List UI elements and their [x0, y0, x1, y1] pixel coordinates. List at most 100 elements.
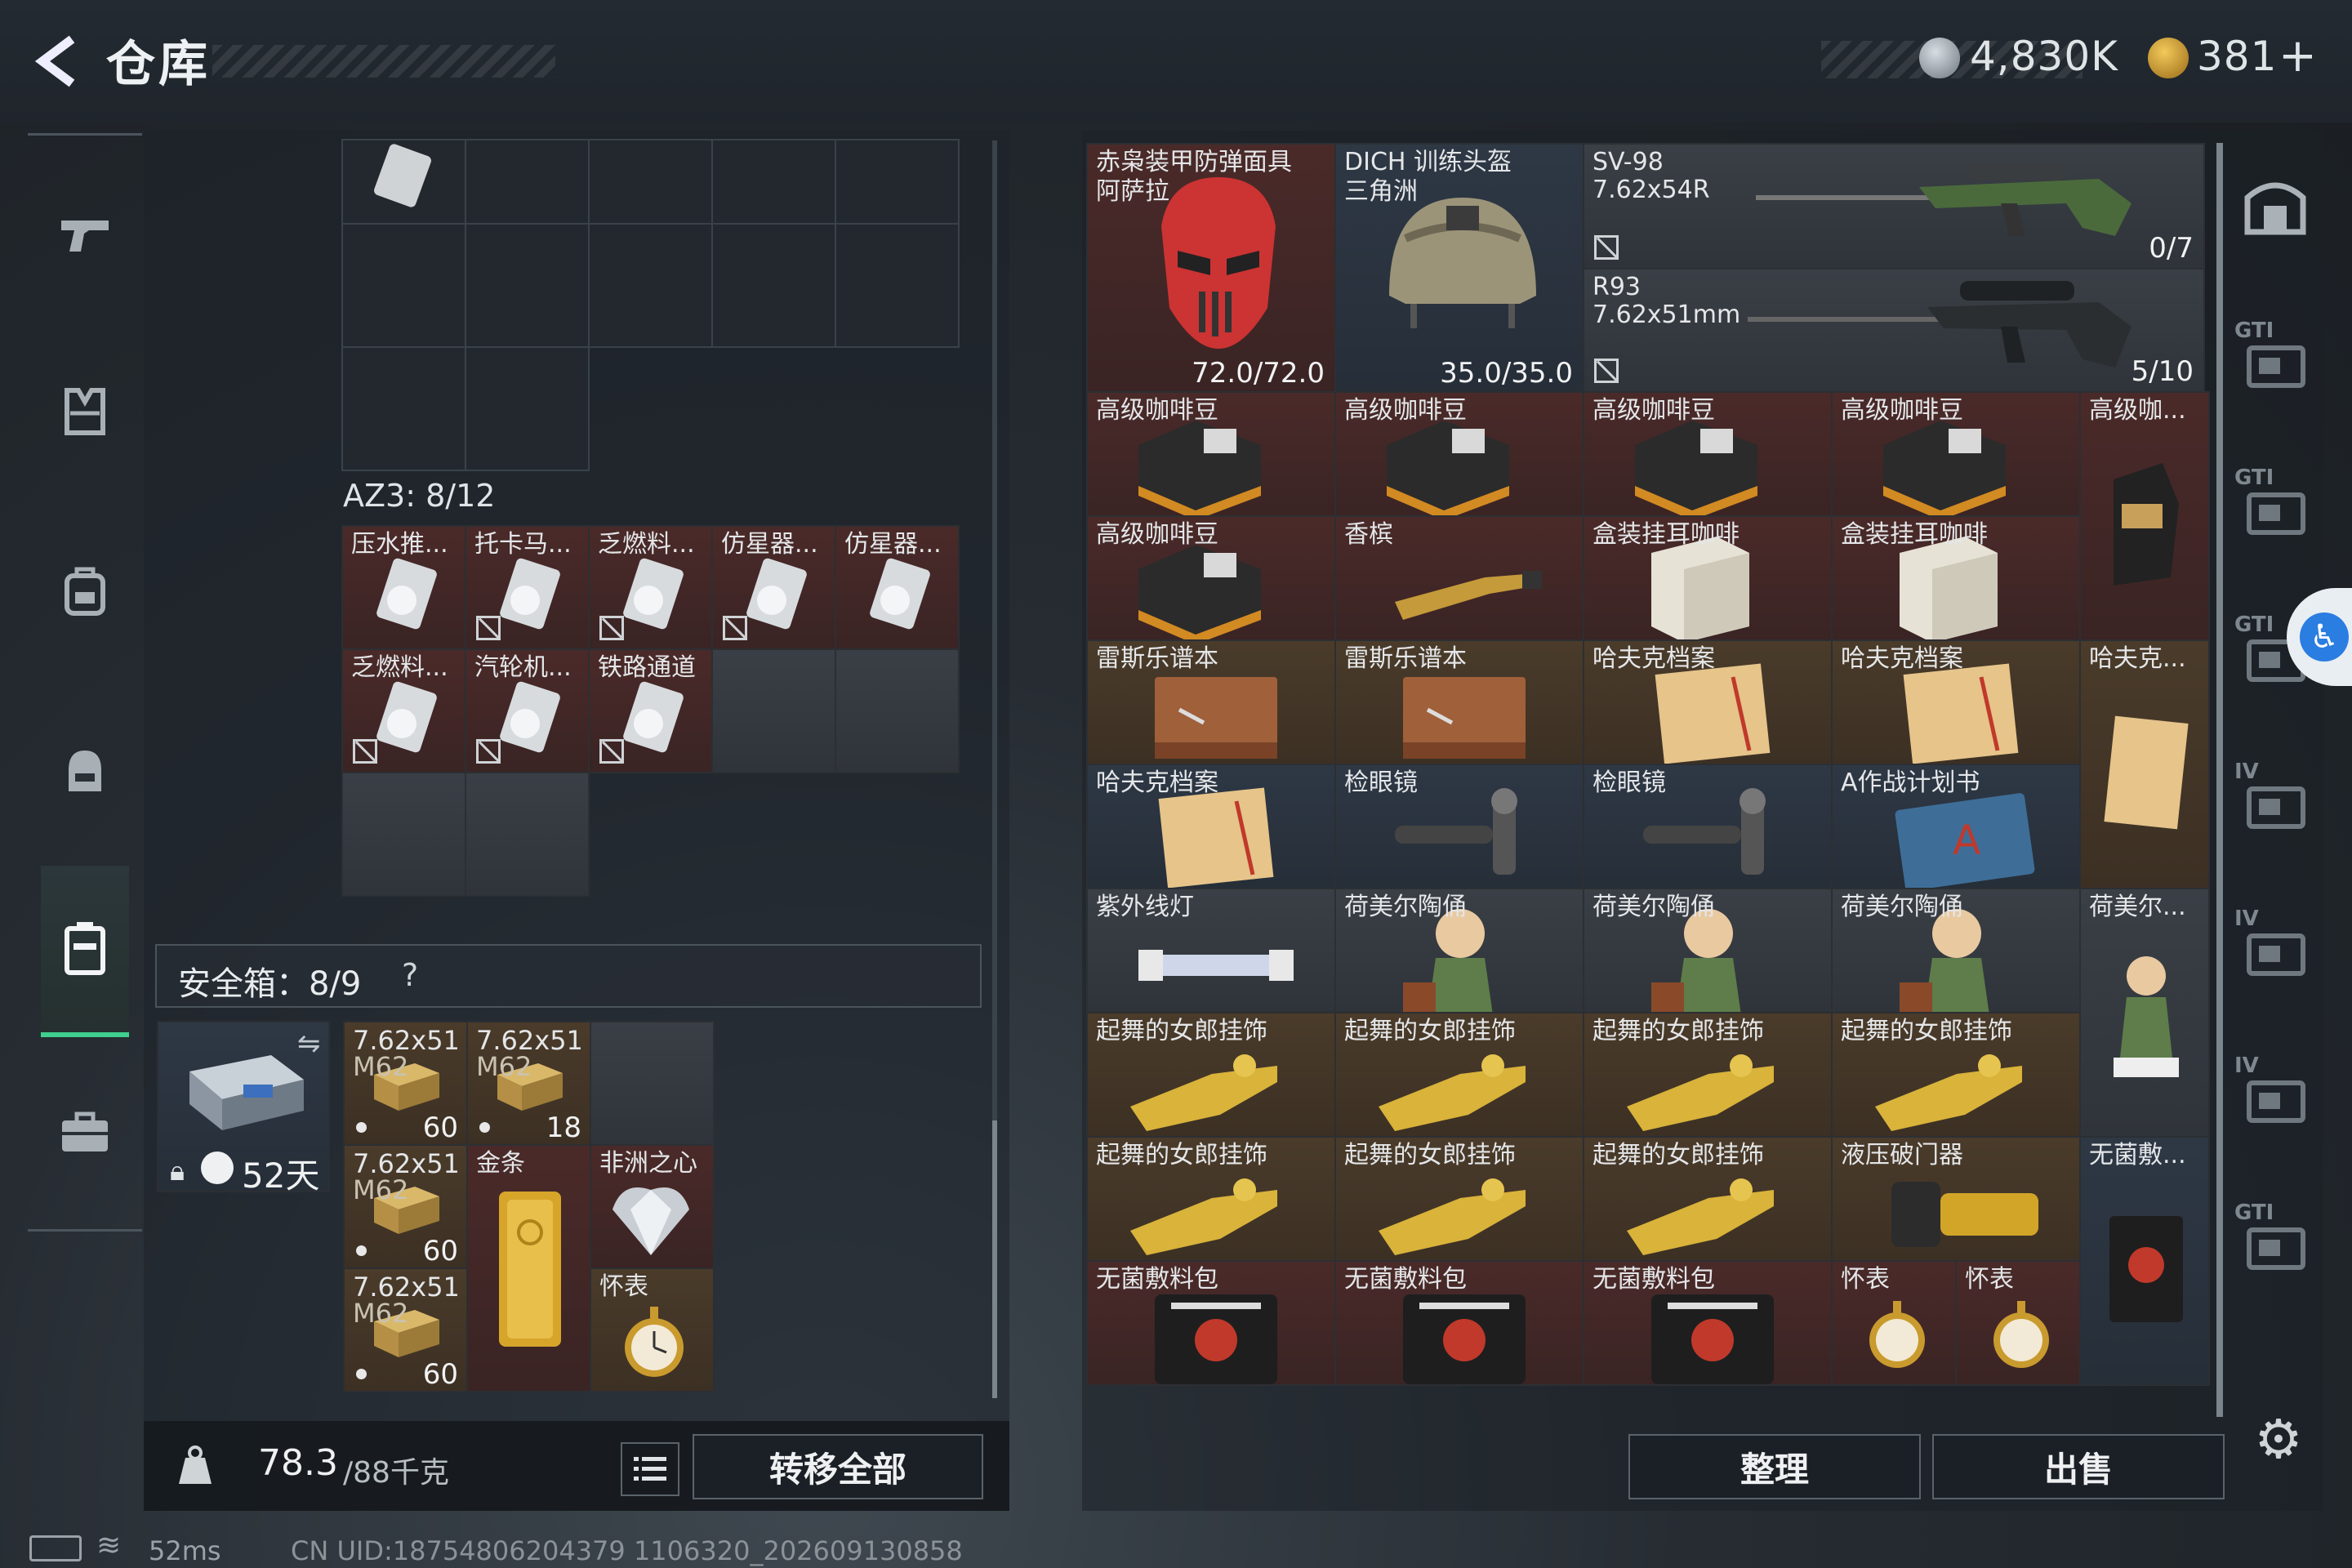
- sell-button[interactable]: 出售: [1932, 1434, 2225, 1499]
- container-item[interactable]: 仿星器...: [711, 525, 836, 650]
- stash-item[interactable]: 起舞的女郎挂饰: [1334, 1012, 1584, 1138]
- grid-cell[interactable]: [465, 223, 590, 348]
- nav-armor[interactable]: [41, 368, 129, 456]
- stash-item[interactable]: 起舞的女郎挂饰: [1831, 1012, 2081, 1138]
- stash-item-tall[interactable]: 无菌敷...: [2079, 1136, 2210, 1386]
- stash-item[interactable]: 起舞的女郎挂饰: [1334, 1136, 1584, 1262]
- stash-item[interactable]: 哈夫克档案: [1831, 639, 2081, 765]
- stash-item[interactable]: 起舞的女郎挂饰: [1086, 1136, 1336, 1262]
- nav-chest-rig[interactable]: [41, 727, 129, 815]
- grid-cell[interactable]: [341, 772, 466, 897]
- tab-stash-page[interactable]: IV: [2234, 906, 2316, 988]
- helmet-item[interactable]: DICH 训练头盔 三角洲 35.0/35.0: [1334, 143, 1584, 393]
- stash-item[interactable]: 起舞的女郎挂饰: [1583, 1012, 1833, 1138]
- grid-cell[interactable]: [835, 223, 960, 348]
- heart-of-africa-item[interactable]: 非洲之心: [590, 1144, 715, 1269]
- grid-cell[interactable]: [835, 139, 960, 225]
- container-item[interactable]: 压水推...: [341, 525, 466, 650]
- pocket-watch-item[interactable]: 怀表: [1955, 1260, 2081, 1386]
- container-item[interactable]: 乏燃料...: [588, 525, 713, 650]
- pocket-watch-item[interactable]: 怀表: [590, 1267, 715, 1392]
- stash-item[interactable]: 荷美尔陶俑: [1334, 888, 1584, 1013]
- stash-item[interactable]: 无菌敷料包: [1334, 1260, 1584, 1386]
- stash-item[interactable]: A作战计划书 A: [1831, 764, 2081, 889]
- stash-item-tall[interactable]: 哈夫克...: [2079, 639, 2210, 889]
- stash-item[interactable]: 雷斯乐谱本: [1334, 639, 1584, 765]
- stash-item[interactable]: 起舞的女郎挂饰: [1583, 1136, 1833, 1262]
- stash-item-tall[interactable]: 荷美尔...: [2079, 888, 2210, 1138]
- stash-item[interactable]: 雷斯乐谱本: [1086, 639, 1336, 765]
- nav-briefcase[interactable]: [41, 1088, 129, 1176]
- tab-stash-page[interactable]: IV: [2234, 760, 2316, 841]
- pocket-watch-item[interactable]: 怀表: [1831, 1260, 1957, 1386]
- nav-backpack[interactable]: [41, 547, 129, 635]
- grid-cell[interactable]: [711, 139, 836, 225]
- tab-stash-page[interactable]: GTI: [2234, 318, 2316, 400]
- grid-cell[interactable]: [588, 139, 713, 225]
- nav-weapon[interactable]: [41, 189, 129, 278]
- stash-item[interactable]: 香槟: [1334, 515, 1584, 641]
- tab-stash-page[interactable]: GTI: [2234, 466, 2316, 547]
- dot-icon: [479, 1122, 490, 1133]
- ammo-item[interactable]: 7.62x51 M62 60: [343, 1267, 468, 1392]
- container-item[interactable]: 托卡马...: [465, 525, 590, 650]
- stash-scrollbar[interactable]: [2216, 143, 2223, 1417]
- tab-stash-page[interactable]: GTI: [2234, 1200, 2316, 1282]
- transfer-all-button[interactable]: 转移全部: [693, 1434, 983, 1499]
- ammo-item[interactable]: 7.62x51 M62 60: [343, 1144, 468, 1269]
- ammo-item[interactable]: 7.62x51 M62 18: [466, 1021, 591, 1146]
- stash-item-tall[interactable]: 高级咖...: [2079, 391, 2210, 641]
- ammo-item[interactable]: 7.62x51 M62 60: [343, 1021, 468, 1146]
- backpack-icon: [65, 567, 105, 616]
- tab-stash-home[interactable]: [2226, 163, 2324, 245]
- container-item[interactable]: 仿星器...: [835, 525, 960, 650]
- stash-item[interactable]: 哈夫克档案: [1086, 764, 1336, 889]
- stash-item[interactable]: 检眼镜: [1583, 764, 1833, 889]
- stash-item[interactable]: 高级咖啡豆: [1086, 391, 1336, 517]
- stash-item[interactable]: 荷美尔陶俑: [1831, 888, 2081, 1013]
- stash-item[interactable]: 无菌敷料包: [1583, 1260, 1833, 1386]
- grid-cell[interactable]: [835, 648, 960, 773]
- stash-item[interactable]: 荷美尔陶俑: [1583, 888, 1833, 1013]
- stash-item[interactable]: 高级咖啡豆: [1334, 391, 1584, 517]
- container-item[interactable]: 铁路通道: [588, 648, 713, 773]
- grid-cell[interactable]: [590, 1021, 715, 1146]
- rifle-r93-item[interactable]: R93 7.62x51mm 5/10: [1583, 268, 2205, 393]
- grid-cell[interactable]: [465, 772, 590, 897]
- inventory-scrollbar[interactable]: [992, 140, 997, 1398]
- back-button[interactable]: [23, 24, 96, 98]
- nav-safebox[interactable]: [41, 866, 129, 1037]
- stash-item[interactable]: 检眼镜: [1334, 764, 1584, 889]
- container-item[interactable]: 汽轮机...: [465, 648, 590, 773]
- stash-item[interactable]: 哈夫克档案: [1583, 639, 1833, 765]
- grid-cell[interactable]: [465, 139, 590, 225]
- add-currency-button[interactable]: +: [2278, 29, 2318, 82]
- rifle-sv98-item[interactable]: SV-98 7.62x54R 0/7: [1583, 143, 2205, 270]
- grid-cell[interactable]: [465, 346, 590, 471]
- tab-stash-page[interactable]: IV: [2234, 1054, 2316, 1135]
- grid-cell[interactable]: [588, 223, 713, 348]
- stash-item[interactable]: 盒装挂耳咖啡: [1831, 515, 2081, 641]
- stash-item[interactable]: 盒装挂耳咖啡: [1583, 515, 1833, 641]
- stash-item[interactable]: 紫外线灯: [1086, 888, 1336, 1013]
- safebox-case[interactable]: ⇋ 🔒︎ 52天: [157, 1021, 330, 1192]
- stash-item[interactable]: 液压破门器: [1831, 1136, 2081, 1262]
- grid-cell[interactable]: [711, 648, 836, 773]
- grid-cell-item[interactable]: [341, 139, 466, 225]
- stash-item[interactable]: 无菌敷料包: [1086, 1260, 1336, 1386]
- grid-cell[interactable]: [341, 346, 466, 471]
- gold-bar-item[interactable]: 金条: [466, 1144, 591, 1392]
- list-view-button[interactable]: [621, 1442, 679, 1496]
- settings-gear-icon[interactable]: ⚙: [2247, 1408, 2310, 1471]
- stash-item[interactable]: 高级咖啡豆: [1831, 391, 2081, 517]
- grid-cell[interactable]: [711, 223, 836, 348]
- mask-item[interactable]: 赤枭装甲防弹面具 阿萨拉 72.0/72.0: [1086, 143, 1336, 393]
- container-item[interactable]: 乏燃料...: [341, 648, 466, 773]
- help-icon[interactable]: ?: [402, 957, 418, 993]
- stash-item[interactable]: 起舞的女郎挂饰: [1086, 1012, 1336, 1138]
- swap-icon[interactable]: ⇋: [297, 1027, 321, 1060]
- grid-cell[interactable]: [341, 223, 466, 348]
- sort-button[interactable]: 整理: [1628, 1434, 1921, 1499]
- stash-item[interactable]: 高级咖啡豆: [1583, 391, 1833, 517]
- stash-item[interactable]: 高级咖啡豆: [1086, 515, 1336, 641]
